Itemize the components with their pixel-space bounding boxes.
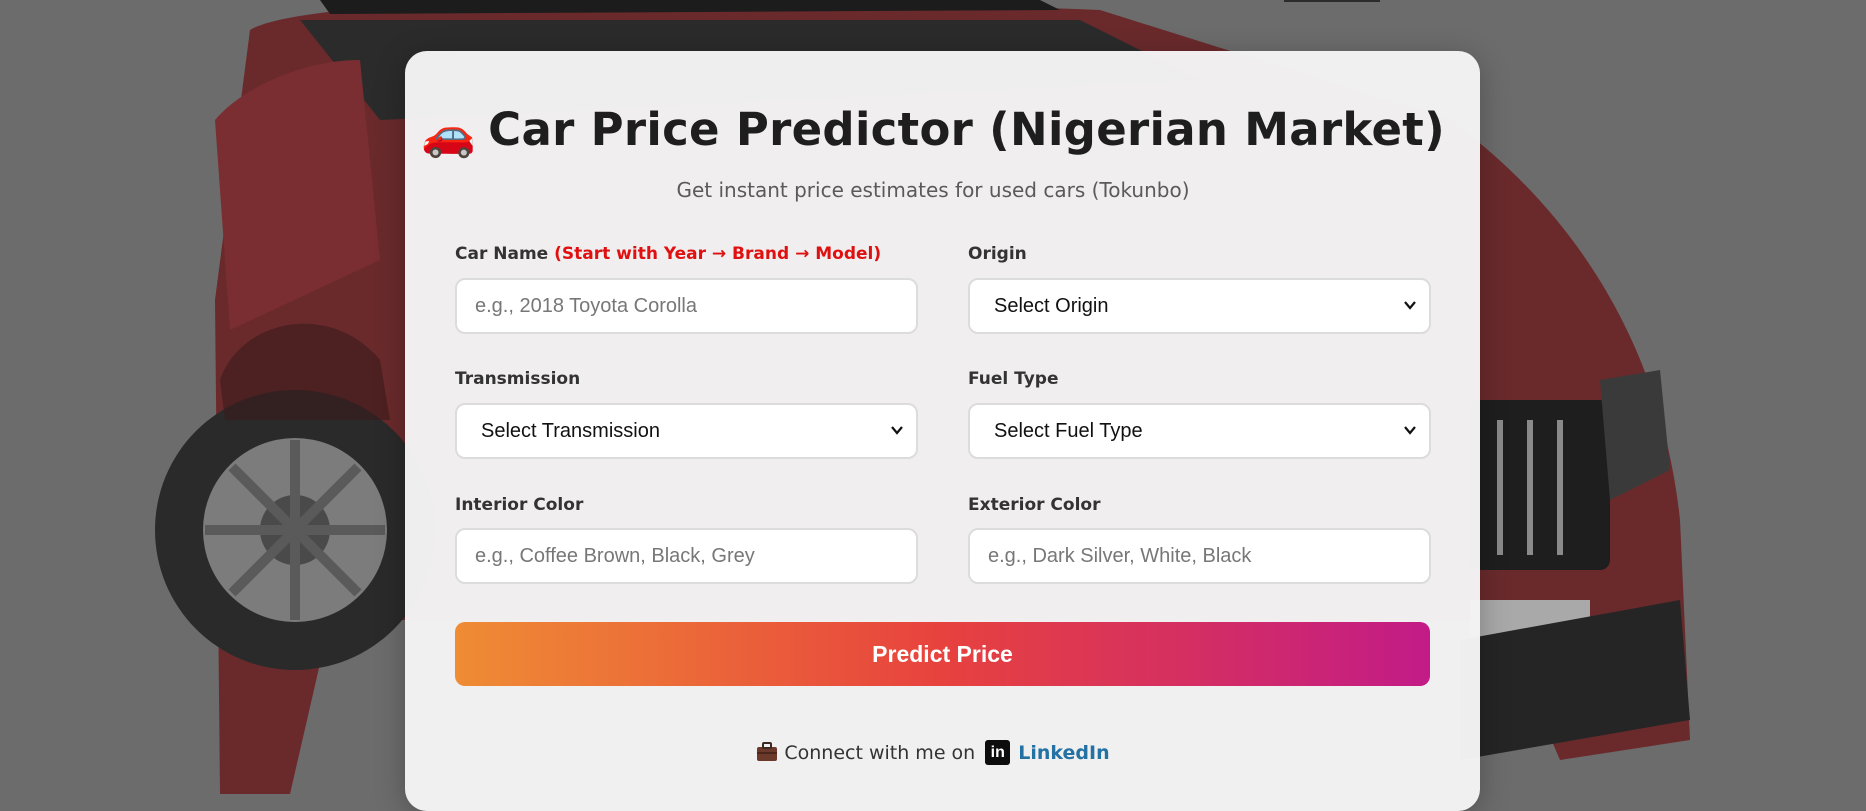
footer-text: Connect with me on xyxy=(784,742,976,764)
origin-label: Origin xyxy=(968,244,1027,264)
chevron-down-icon xyxy=(1404,301,1416,310)
origin-selected-value: Select Origin xyxy=(994,294,1109,317)
transmission-select[interactable]: Select Transmission xyxy=(455,403,918,459)
car-emoji: 🚗 xyxy=(421,109,477,160)
car-name-input[interactable] xyxy=(455,278,918,334)
transmission-selected-value: Select Transmission xyxy=(481,419,660,442)
briefcase-icon xyxy=(757,742,778,761)
car-name-label: Car Name (Start with Year → Brand → Mode… xyxy=(455,244,881,264)
exterior-color-label: Exterior Color xyxy=(968,495,1101,515)
car-name-label-text: Car Name xyxy=(455,244,549,264)
chevron-down-icon xyxy=(1404,426,1416,435)
page-title: 🚗 Car Price Predictor (Nigerian Market) xyxy=(0,103,1866,160)
exterior-color-input[interactable] xyxy=(968,528,1431,584)
car-name-hint: (Start with Year → Brand → Model) xyxy=(554,244,882,264)
footer: Connect with me on in LinkedIn xyxy=(0,740,1866,765)
predict-price-button[interactable]: Predict Price xyxy=(455,622,1430,686)
interior-color-label: Interior Color xyxy=(455,495,584,515)
page-subtitle: Get instant price estimates for used car… xyxy=(676,178,1190,202)
chevron-down-icon xyxy=(891,426,903,435)
fuel-type-selected-value: Select Fuel Type xyxy=(994,419,1143,442)
transmission-label: Transmission xyxy=(455,369,581,389)
origin-select[interactable]: Select Origin xyxy=(968,278,1431,334)
linkedin-icon: in xyxy=(985,740,1011,765)
fuel-type-label: Fuel Type xyxy=(968,369,1059,389)
fuel-type-select[interactable]: Select Fuel Type xyxy=(968,403,1431,459)
interior-color-input[interactable] xyxy=(455,528,918,584)
linkedin-link[interactable]: LinkedIn xyxy=(1018,742,1109,764)
title-text: Car Price Predictor (Nigerian Market) xyxy=(488,103,1445,156)
